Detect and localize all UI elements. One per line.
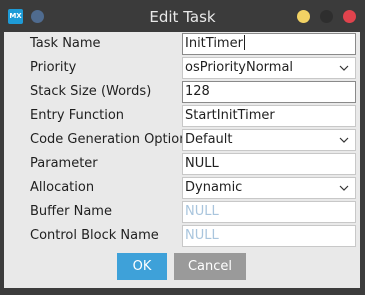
entry-function-input[interactable]: StartInitTimer [182, 105, 356, 127]
stm32cubemx-logo-icon: MX [8, 9, 23, 24]
row-entry-function: Entry Function StartInitTimer [4, 104, 360, 128]
code-generation-option-select[interactable]: Default [182, 129, 356, 151]
task-name-value: InitTimer [185, 36, 243, 51]
text-caret [243, 35, 245, 50]
label-parameter: Parameter [30, 156, 98, 171]
row-priority: Priority osPriorityNormal [4, 56, 360, 80]
code-generation-option-value: Default [185, 132, 233, 147]
window-menu-dot-icon[interactable] [31, 10, 44, 23]
row-stack-size: Stack Size (Words) 128 [4, 80, 360, 104]
priority-select[interactable]: osPriorityNormal [182, 57, 356, 79]
priority-value: osPriorityNormal [185, 60, 294, 75]
ok-button[interactable]: OK [117, 253, 167, 280]
minimize-dot-icon[interactable] [297, 10, 310, 23]
row-code-generation-option: Code Generation Option Default [4, 128, 360, 152]
chevron-down-icon [339, 185, 349, 191]
label-stack-size: Stack Size (Words) [30, 84, 152, 99]
maximize-dot-icon[interactable] [320, 10, 333, 23]
dialog-body: Task Name InitTimer Priority osPriorityN… [4, 32, 360, 288]
chevron-down-icon [339, 65, 349, 71]
allocation-select[interactable]: Dynamic [182, 177, 356, 199]
label-control-block-name: Control Block Name [30, 228, 159, 243]
chevron-down-icon [339, 137, 349, 143]
parameter-input[interactable]: NULL [182, 153, 356, 175]
label-code-generation-option: Code Generation Option [30, 132, 188, 147]
label-priority: Priority [30, 60, 77, 75]
close-dot-icon[interactable] [343, 10, 356, 23]
label-task-name: Task Name [30, 36, 101, 51]
window-bottom-border [4, 288, 360, 295]
allocation-value: Dynamic [185, 180, 243, 195]
label-entry-function: Entry Function [30, 108, 125, 123]
cancel-button[interactable]: Cancel [174, 253, 246, 280]
title-bar[interactable]: Edit Task MX [0, 0, 365, 32]
window-title: Edit Task [149, 8, 216, 26]
control-block-name-input[interactable]: NULL [182, 225, 356, 247]
row-task-name: Task Name InitTimer [4, 32, 360, 56]
stack-size-input[interactable]: 128 [182, 81, 356, 103]
dialog-buttons: OK Cancel [4, 251, 360, 281]
label-buffer-name: Buffer Name [30, 204, 112, 219]
row-control-block-name: Control Block Name NULL [4, 224, 360, 248]
row-buffer-name: Buffer Name NULL [4, 200, 360, 224]
edit-task-dialog: Edit Task MX Task Name InitTimer Priorit… [0, 0, 365, 295]
label-allocation: Allocation [30, 180, 95, 195]
row-parameter: Parameter NULL [4, 152, 360, 176]
buffer-name-input[interactable]: NULL [182, 201, 356, 223]
task-name-input[interactable]: InitTimer [182, 33, 356, 55]
row-allocation: Allocation Dynamic [4, 176, 360, 200]
